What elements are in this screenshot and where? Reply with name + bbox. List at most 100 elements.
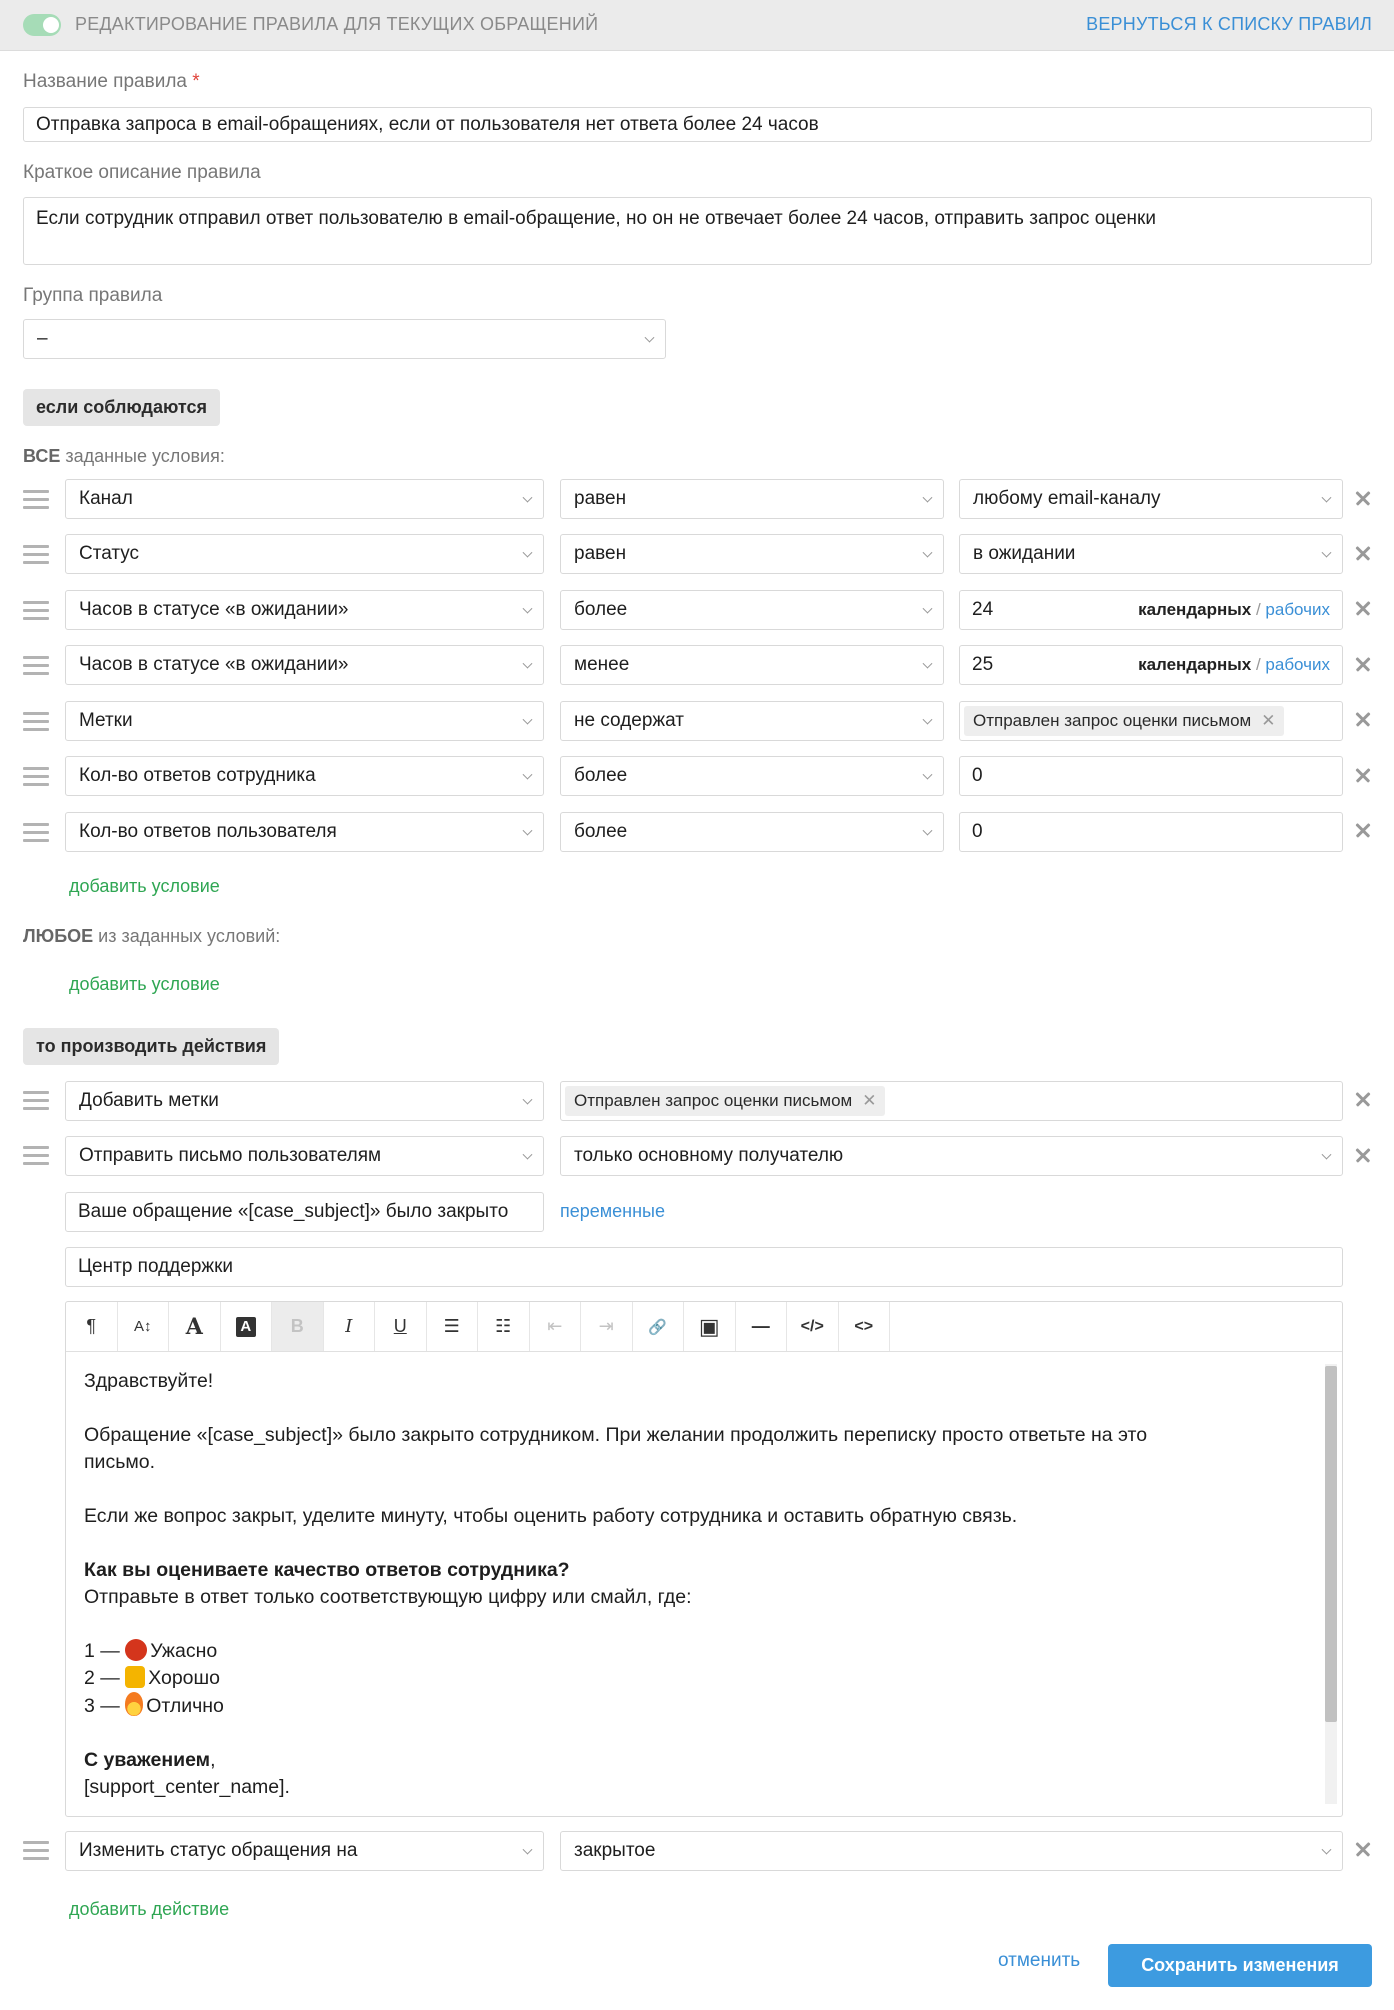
outdent-icon[interactable]: ⇤ <box>530 1302 581 1351</box>
tag-label: Отправлен запрос оценки письмом <box>574 1091 853 1110</box>
condition-value-select[interactable]: в ожидании <box>959 534 1343 574</box>
paragraph-icon[interactable]: ¶ <box>66 1302 118 1351</box>
font-color-icon[interactable]: A <box>169 1302 221 1351</box>
chevron-down-icon <box>1321 1149 1332 1160</box>
unit-working-option[interactable]: рабочих <box>1265 655 1330 674</box>
option-label: Хорошо <box>148 1667 220 1689</box>
condition-operator-select[interactable]: равен <box>560 534 944 574</box>
link-icon[interactable]: 🔗 <box>633 1302 684 1351</box>
back-to-rules-link[interactable]: ВЕРНУТЬСЯ К СПИСКУ ПРАВИЛ <box>1086 14 1372 35</box>
count-value-input[interactable]: 0 <box>959 756 1343 796</box>
remove-action-icon[interactable] <box>1354 1147 1371 1164</box>
remove-condition-icon[interactable] <box>1354 490 1371 507</box>
email-body-editor[interactable]: ¶ A↕ A A B I U ☰ ☷ ⇤ ⇥ 🔗 ▣ — </> <> Здра… <box>65 1301 1343 1817</box>
remove-condition-icon[interactable] <box>1354 711 1371 728</box>
drag-handle-icon[interactable] <box>23 544 49 566</box>
status-value-select[interactable]: закрытое <box>560 1831 1343 1871</box>
italic-icon[interactable]: I <box>324 1302 375 1351</box>
cancel-button[interactable]: отменить <box>998 1950 1080 1972</box>
image-icon[interactable]: ▣ <box>684 1302 736 1351</box>
add-action-link[interactable]: добавить действие <box>69 1899 229 1920</box>
unit-working-option[interactable]: рабочих <box>1265 600 1330 619</box>
indent-icon[interactable]: ⇥ <box>581 1302 633 1351</box>
page-title: РЕДАКТИРОВАНИЕ ПРАВИЛА ДЛЯ ТЕКУЩИХ ОБРАЩ… <box>75 14 599 34</box>
bullet-list-icon[interactable]: ☰ <box>427 1302 478 1351</box>
remove-condition-icon[interactable] <box>1354 767 1371 784</box>
condition-field-select[interactable]: Канал <box>65 479 544 519</box>
hours-value-input[interactable]: 24 календарных / рабочих <box>959 590 1343 630</box>
numbered-list-icon[interactable]: ☷ <box>478 1302 530 1351</box>
regards-line: С уважением, <box>84 1747 1294 1774</box>
save-changes-button[interactable]: Сохранить изменения <box>1108 1944 1372 1987</box>
count-value-input[interactable]: 0 <box>959 812 1343 852</box>
drag-handle-icon[interactable] <box>23 489 49 511</box>
unit-calendar-option[interactable]: календарных <box>1138 600 1251 619</box>
editor-toolbar: ¶ A↕ A A B I U ☰ ☷ ⇤ ⇥ 🔗 ▣ — </> <> <box>66 1302 1342 1352</box>
tags-input[interactable]: Отправлен запрос оценки письмом ✕ <box>959 701 1343 741</box>
bold-icon[interactable]: B <box>272 1302 324 1351</box>
condition-field-select[interactable]: Статус <box>65 534 544 574</box>
highlight-icon[interactable]: A <box>221 1302 272 1351</box>
rule-active-toggle[interactable] <box>23 14 61 36</box>
remove-action-icon[interactable] <box>1354 1091 1371 1108</box>
underline-icon[interactable]: U <box>375 1302 427 1351</box>
condition-operator-select[interactable]: не содержат <box>560 701 944 741</box>
condition-value: любому email-каналу <box>973 488 1161 509</box>
email-recipient-select[interactable]: только основному получателю <box>560 1136 1343 1176</box>
hours-value-input[interactable]: 25 календарных / рабочих <box>959 645 1343 685</box>
condition-field-value: Статус <box>79 543 140 564</box>
any-conditions-header: ЛЮБОЕ из заданных условий: <box>23 926 280 947</box>
condition-field-select[interactable]: Кол-во ответов пользователя <box>65 812 544 852</box>
action-type-select[interactable]: Отправить письмо пользователям <box>65 1136 544 1176</box>
condition-value-select[interactable]: любому email-каналу <box>959 479 1343 519</box>
chevron-down-icon <box>1321 1844 1332 1855</box>
drag-handle-icon[interactable] <box>23 655 49 677</box>
action-tags-input[interactable]: Отправлен запрос оценки письмом ✕ <box>560 1081 1343 1121</box>
all-conditions-header: ВСЕ заданные условия: <box>23 446 225 467</box>
add-condition-all-link[interactable]: добавить условие <box>69 876 220 897</box>
condition-field-select[interactable]: Кол-во ответов сотрудника <box>65 756 544 796</box>
drag-handle-icon[interactable] <box>23 600 49 622</box>
email-sender-input[interactable]: Центр поддержки <box>65 1247 1343 1287</box>
rule-description-textarea[interactable]: Если сотрудник отправил ответ пользовате… <box>23 197 1372 265</box>
drag-handle-icon[interactable] <box>23 1090 49 1112</box>
drag-handle-icon[interactable] <box>23 822 49 844</box>
condition-operator-select[interactable]: равен <box>560 479 944 519</box>
action-type-select[interactable]: Изменить статус обращения на <box>65 1831 544 1871</box>
font-size-icon[interactable]: A↕ <box>118 1302 169 1351</box>
horizontal-rule-icon[interactable]: — <box>736 1302 787 1351</box>
condition-operator-value: равен <box>574 488 627 509</box>
drag-handle-icon[interactable] <box>23 1145 49 1167</box>
remove-condition-icon[interactable] <box>1354 656 1371 673</box>
drag-handle-icon[interactable] <box>23 1840 49 1862</box>
html-source-icon[interactable]: <> <box>839 1302 890 1351</box>
condition-field-select[interactable]: Часов в статусе «в ожидании» <box>65 645 544 685</box>
rule-name-input[interactable]: Отправка запроса в email-обращениях, есл… <box>23 107 1372 142</box>
condition-operator-select[interactable]: более <box>560 812 944 852</box>
condition-operator-select[interactable]: более <box>560 590 944 630</box>
condition-field-select[interactable]: Метки <box>65 701 544 741</box>
remove-condition-icon[interactable] <box>1354 822 1371 839</box>
editor-scrollbar[interactable] <box>1325 1364 1337 1804</box>
drag-handle-icon[interactable] <box>23 711 49 733</box>
condition-field-select[interactable]: Часов в статусе «в ожидании» <box>65 590 544 630</box>
remove-condition-icon[interactable] <box>1354 545 1371 562</box>
remove-tag-icon[interactable]: ✕ <box>862 1091 876 1111</box>
add-condition-any-link[interactable]: добавить условие <box>69 974 220 995</box>
remove-condition-icon[interactable] <box>1354 600 1371 617</box>
drag-handle-icon[interactable] <box>23 766 49 788</box>
email-body-content[interactable]: Здравствуйте! Обращение «[case_subject]»… <box>84 1368 1294 1801</box>
condition-operator-select[interactable]: более <box>560 756 944 796</box>
chevron-down-icon <box>522 658 533 669</box>
code-block-icon[interactable]: </> <box>787 1302 839 1351</box>
variables-link[interactable]: переменные <box>560 1201 665 1222</box>
condition-operator-select[interactable]: менее <box>560 645 944 685</box>
remove-tag-icon[interactable]: ✕ <box>1261 711 1275 731</box>
email-subject-input[interactable]: Ваше обращение «[case_subject]» было зак… <box>65 1192 544 1232</box>
action-type-select[interactable]: Добавить метки <box>65 1081 544 1121</box>
remove-action-icon[interactable] <box>1354 1841 1371 1858</box>
rule-group-select[interactable]: – <box>23 319 666 359</box>
unit-calendar-option[interactable]: календарных <box>1138 655 1251 674</box>
editor-scrollbar-thumb[interactable] <box>1325 1366 1337 1722</box>
actions-section-label: то производить действия <box>23 1028 280 1065</box>
